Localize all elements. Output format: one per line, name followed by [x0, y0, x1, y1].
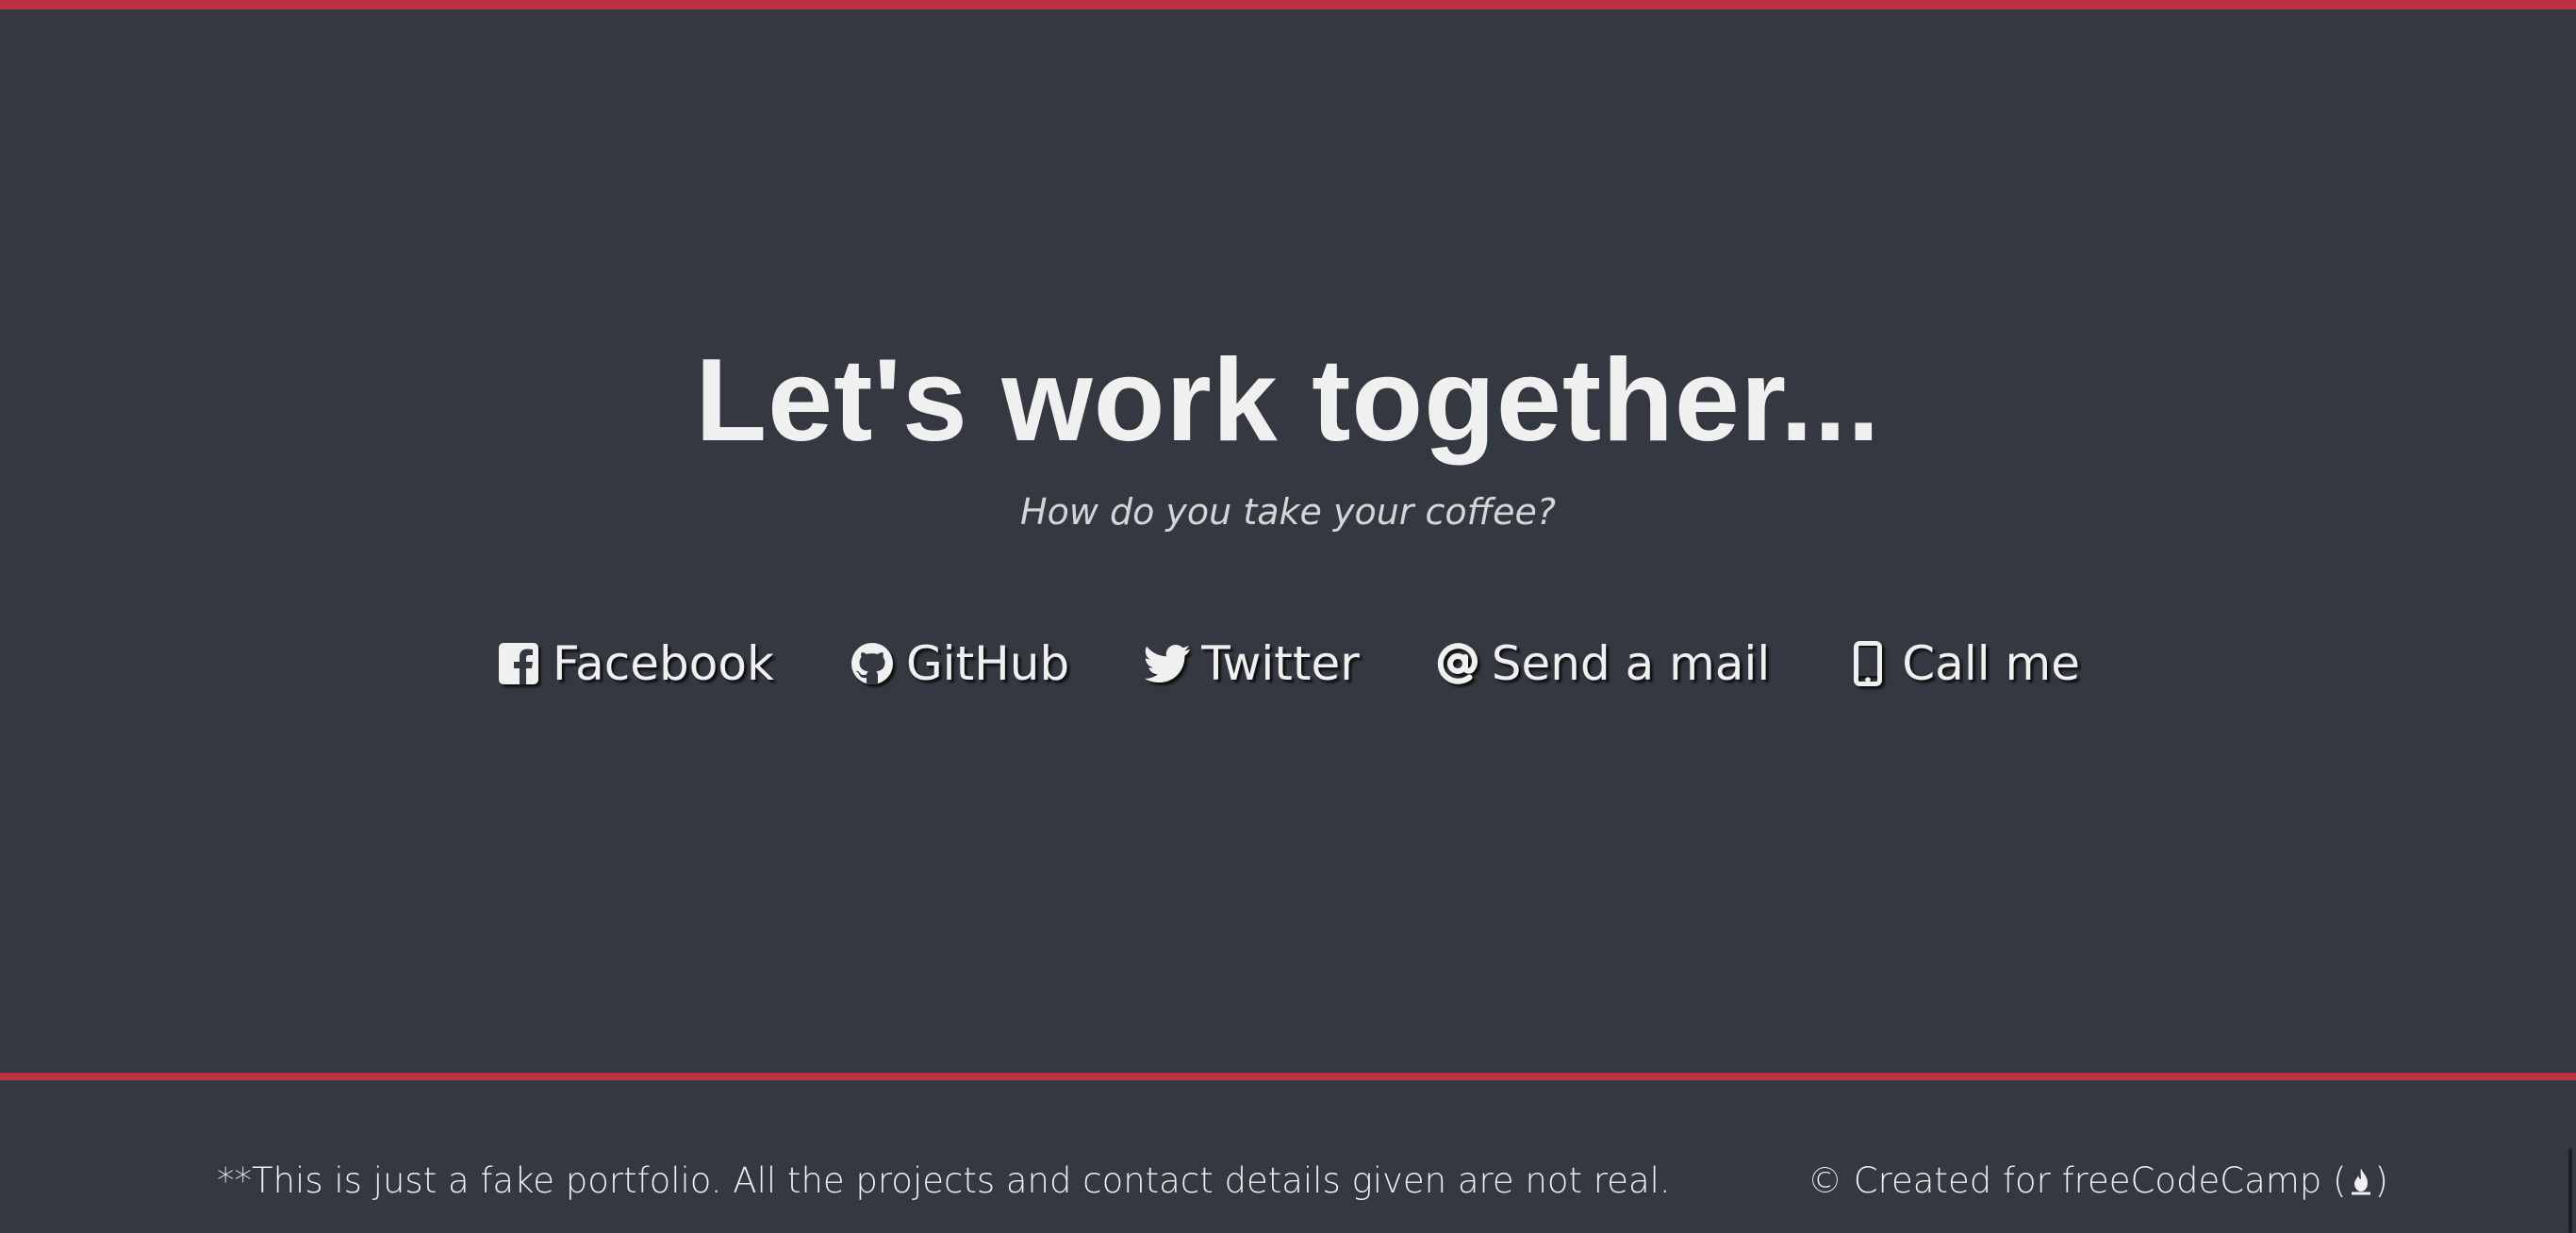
twitter-icon [1145, 641, 1191, 686]
footer-credit-text: © Created for freeCodeCamp ( [1808, 1160, 2347, 1201]
facebook-link-label: Facebook [553, 636, 774, 691]
send-mail-link-label: Send a mail [1491, 636, 1771, 691]
footer-credit-suffix: ) [2374, 1160, 2388, 1201]
free-code-camp-fire-icon[interactable] [2347, 1164, 2375, 1198]
call-me-link[interactable]: Call me [1845, 626, 2080, 701]
github-icon [850, 641, 895, 686]
footer-credit: © Created for freeCodeCamp ( ) [1808, 1158, 2388, 1205]
contact-links: Facebook GitHub Twitter Send a mail Call… [0, 626, 2576, 701]
contact-section: Let's work together... How do you take y… [0, 9, 2576, 1073]
mobile-phone-icon [1845, 641, 1891, 686]
github-link-label: GitHub [905, 636, 1070, 691]
scrollbar-thumb[interactable] [2568, 1148, 2572, 1233]
github-link[interactable]: GitHub [850, 626, 1069, 701]
at-sign-icon [1435, 641, 1480, 686]
facebook-square-icon [496, 641, 541, 686]
contact-headline: Let's work together... [695, 336, 1881, 466]
footer: **This is just a fake portfolio. All the… [0, 1080, 2576, 1233]
twitter-link-label: Twitter [1201, 636, 1360, 691]
contact-subtitle: How do you take your coffee? [1020, 491, 1556, 533]
page: Let's work together... How do you take y… [0, 0, 2576, 1233]
footer-accent-border [0, 1073, 2576, 1080]
call-me-link-label: Call me [1902, 636, 2080, 691]
top-accent-border [0, 0, 2576, 9]
twitter-link[interactable]: Twitter [1145, 626, 1360, 701]
facebook-link[interactable]: Facebook [496, 626, 774, 701]
send-mail-link[interactable]: Send a mail [1435, 626, 1770, 701]
footer-disclaimer: **This is just a fake portfolio. All the… [217, 1160, 1671, 1201]
